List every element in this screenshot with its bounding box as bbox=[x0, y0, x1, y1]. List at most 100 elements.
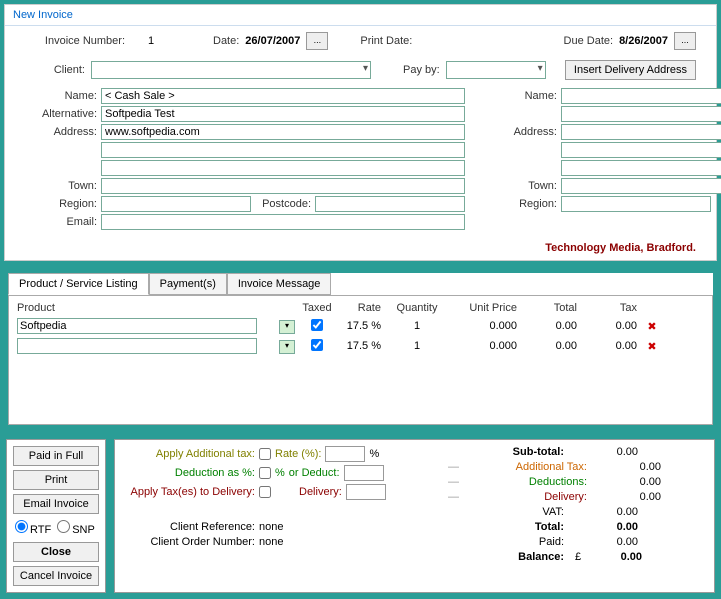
insert-delivery-button[interactable]: Insert Delivery Address bbox=[565, 60, 696, 80]
date-label: Date: bbox=[213, 35, 239, 47]
due-date-value: 8/26/2007 bbox=[619, 35, 668, 47]
print-button[interactable]: Print bbox=[13, 470, 99, 490]
tab-invoice-message[interactable]: Invoice Message bbox=[227, 273, 332, 295]
or-deduct-label: or Deduct: bbox=[289, 467, 340, 479]
col-total: Total bbox=[517, 302, 577, 314]
col-tax: Tax bbox=[577, 302, 637, 314]
additional-tax-value: 0.00 bbox=[591, 461, 661, 473]
billing-address-block: Name: Alternative: Address: Town: Region… bbox=[25, 88, 465, 232]
balance-label: Balance: bbox=[444, 551, 564, 563]
region-input[interactable] bbox=[101, 196, 251, 212]
apply-tax-delivery-checkbox[interactable] bbox=[259, 486, 271, 498]
due-date-label: Due Date: bbox=[564, 35, 614, 47]
product-dropdown-icon[interactable]: ▾ bbox=[279, 320, 295, 334]
delivery-region-label: Region: bbox=[485, 198, 557, 210]
email-invoice-button[interactable]: Email Invoice bbox=[13, 494, 99, 514]
delivery-address-input-3[interactable] bbox=[561, 160, 721, 176]
region-label: Region: bbox=[25, 198, 97, 210]
col-unit-price: Unit Price bbox=[447, 302, 517, 314]
rtf-radio[interactable]: RTF bbox=[15, 520, 51, 536]
product-dropdown-icon[interactable]: ▾ bbox=[279, 340, 295, 354]
product-input[interactable] bbox=[17, 318, 257, 334]
table-row: ▾ 17.5 % 1 0.000 0.00 0.00 ✖ bbox=[13, 336, 708, 356]
unitprice-value[interactable]: 0.000 bbox=[447, 340, 517, 352]
or-deduct-input[interactable] bbox=[344, 465, 384, 481]
rate-value: 17.5 bbox=[347, 340, 368, 352]
paid-in-full-button[interactable]: Paid in Full bbox=[13, 446, 99, 466]
col-taxed: Taxed bbox=[297, 302, 337, 314]
col-product: Product bbox=[17, 302, 277, 314]
balance-value: 0.00 bbox=[592, 551, 642, 563]
due-date-picker-button[interactable]: ... bbox=[674, 32, 696, 50]
delivery-address-input-1[interactable] bbox=[561, 124, 721, 140]
apply-additional-tax-checkbox[interactable] bbox=[259, 448, 271, 460]
delete-row-icon[interactable]: ✖ bbox=[637, 320, 667, 333]
table-row: ▾ 17.5 % 1 0.000 0.00 0.00 ✖ bbox=[13, 316, 708, 336]
window-title: New Invoice bbox=[5, 5, 716, 26]
date-picker-button[interactable]: ... bbox=[306, 32, 328, 50]
total-value: 0.00 bbox=[568, 521, 638, 533]
client-label: Client: bbox=[25, 64, 85, 76]
delivery-town-input[interactable] bbox=[561, 178, 721, 194]
client-combo[interactable] bbox=[91, 61, 371, 79]
rate-pct-input[interactable] bbox=[325, 446, 365, 462]
delivery-address-input-2[interactable] bbox=[561, 142, 721, 158]
client-reference-value: none bbox=[259, 521, 283, 533]
product-input[interactable] bbox=[17, 338, 257, 354]
delivery-alt-input[interactable] bbox=[561, 106, 721, 122]
taxed-checkbox[interactable] bbox=[311, 339, 323, 351]
vat-value: 0.00 bbox=[568, 506, 638, 518]
alternative-input[interactable] bbox=[101, 106, 465, 122]
delivery-name-input[interactable] bbox=[561, 88, 721, 104]
qty-value[interactable]: 1 bbox=[387, 320, 447, 332]
address-input-3[interactable] bbox=[101, 160, 465, 176]
payby-combo[interactable] bbox=[446, 61, 546, 79]
deduction-pct-label: Deduction as %: bbox=[125, 467, 255, 479]
name-label: Name: bbox=[25, 90, 97, 102]
subtotal-value: 0.00 bbox=[568, 446, 638, 458]
qty-value[interactable]: 1 bbox=[387, 340, 447, 352]
delivery-input[interactable] bbox=[346, 484, 386, 500]
col-rate: Rate bbox=[337, 302, 387, 314]
col-quantity: Quantity bbox=[387, 302, 447, 314]
snp-radio[interactable]: SNP bbox=[57, 520, 95, 536]
rate-pct-label: Rate (%): bbox=[275, 448, 321, 460]
tab-product-listing[interactable]: Product / Service Listing bbox=[8, 273, 149, 295]
currency-symbol: £ bbox=[568, 551, 588, 563]
client-reference-label: Client Reference: bbox=[125, 521, 255, 533]
deductions-value: 0.00 bbox=[591, 476, 661, 488]
unitprice-value[interactable]: 0.000 bbox=[447, 320, 517, 332]
delivery-address-label: Address: bbox=[485, 126, 557, 138]
town-label: Town: bbox=[25, 180, 97, 192]
print-date-label: Print Date: bbox=[360, 35, 412, 47]
total-value: 0.00 bbox=[517, 340, 577, 352]
deduction-pct-checkbox[interactable] bbox=[259, 467, 271, 479]
delivery-address-block: Name: Address: Town: Region:Postcode: bbox=[485, 88, 721, 232]
tax-value: 0.00 bbox=[577, 340, 637, 352]
cancel-invoice-button[interactable]: Cancel Invoice bbox=[13, 566, 99, 586]
town-input[interactable] bbox=[101, 178, 465, 194]
taxed-checkbox[interactable] bbox=[311, 319, 323, 331]
address-label: Address: bbox=[25, 126, 97, 138]
company-footer: Technology Media, Bradford. bbox=[5, 240, 716, 260]
apply-additional-tax-label: Apply Additional tax: bbox=[125, 448, 255, 460]
address-input-2[interactable] bbox=[101, 142, 465, 158]
name-input[interactable] bbox=[101, 88, 465, 104]
delivery-name-label: Name: bbox=[485, 90, 557, 102]
deductions-label: Deductions: bbox=[467, 476, 587, 488]
tab-payments[interactable]: Payment(s) bbox=[149, 273, 227, 295]
subtotal-label: Sub-total: bbox=[444, 446, 564, 458]
delete-row-icon[interactable]: ✖ bbox=[637, 340, 667, 353]
client-order-value: none bbox=[259, 536, 283, 548]
email-input[interactable] bbox=[101, 214, 465, 230]
email-label: Email: bbox=[25, 216, 97, 228]
delivery-region-input[interactable] bbox=[561, 196, 711, 212]
rate-value: 17.5 bbox=[347, 320, 368, 332]
delivery-postcode-label: Postcode: bbox=[711, 198, 721, 210]
vat-label: VAT: bbox=[444, 506, 564, 518]
invoice-number-value: 1 bbox=[131, 35, 171, 47]
address-input-1[interactable] bbox=[101, 124, 465, 140]
postcode-input[interactable] bbox=[315, 196, 465, 212]
close-button[interactable]: Close bbox=[13, 542, 99, 562]
apply-tax-delivery-label: Apply Tax(es) to Delivery: bbox=[125, 486, 255, 498]
